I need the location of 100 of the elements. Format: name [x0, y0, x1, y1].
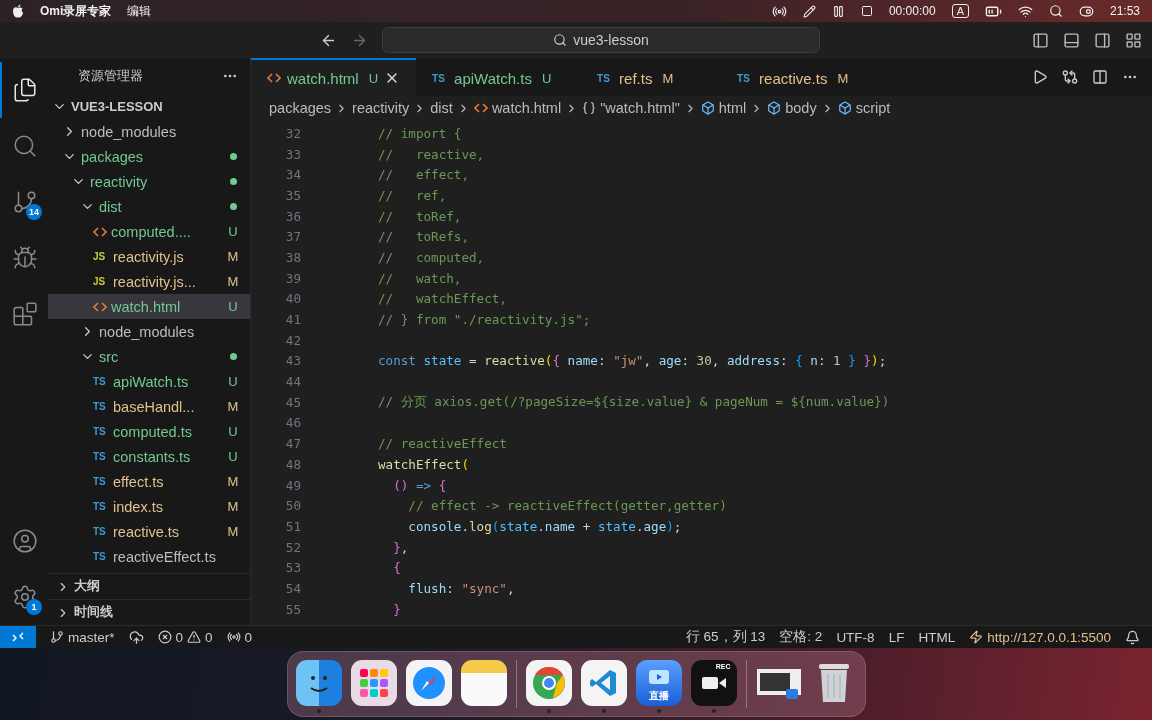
file-type-label: TS — [93, 501, 107, 512]
app-grid-icon[interactable] — [350, 660, 397, 706]
breadcrumb-item[interactable]: script — [837, 100, 891, 116]
folder-item[interactable]: node_modules — [48, 119, 250, 144]
file-item[interactable]: JS reactivity.js M — [48, 244, 250, 269]
breadcrumb-item[interactable]: "watch.html" — [582, 100, 680, 116]
file-item[interactable]: TS reactiveEffect.ts — [48, 544, 250, 569]
file-type-label: TS — [93, 551, 107, 562]
sidebar-title: 资源管理器 — [78, 67, 143, 85]
file-item[interactable]: watch.html U — [48, 294, 250, 319]
section-header[interactable]: 大纲 — [48, 573, 250, 599]
breadcrumb-item[interactable]: dist — [430, 100, 453, 116]
branch-indicator[interactable]: master* — [50, 629, 115, 645]
code-editor-icon[interactable] — [580, 660, 627, 706]
app-menu[interactable]: Omi录屏专家 — [40, 2, 112, 20]
run-icon[interactable] — [1032, 69, 1048, 85]
panel-right-icon[interactable] — [1094, 31, 1111, 49]
code-line: // reactiveEffect — [378, 436, 507, 452]
folder-name: packages — [81, 148, 145, 165]
input-method-indicator[interactable]: A — [951, 4, 969, 18]
editor-tab[interactable]: watch.html U — [251, 58, 417, 96]
account-icon — [12, 528, 38, 554]
status-item[interactable]: LF — [888, 629, 905, 645]
compare-icon[interactable] — [1062, 69, 1078, 85]
line-number: 42 — [284, 332, 301, 348]
file-name: effect.ts — [113, 473, 165, 490]
file-item[interactable]: TS constants.ts U — [48, 444, 250, 469]
line-number: 39 — [284, 270, 301, 286]
notepad-icon[interactable] — [460, 660, 507, 706]
warning-icon — [187, 630, 202, 644]
live-server-link[interactable]: http://127.0.0.1:5500 — [969, 629, 1111, 645]
folder-item[interactable]: packages — [48, 144, 250, 169]
file-item[interactable]: TS apiWatch.ts U — [48, 369, 250, 394]
file-type-label: TS — [93, 526, 107, 537]
file-name: baseHandl... — [113, 398, 196, 415]
folder-item[interactable]: reactivity — [48, 169, 250, 194]
status-item[interactable]: 行 65，列 13 — [685, 628, 766, 646]
project-root[interactable]: VUE3-LESSON — [48, 94, 250, 119]
file-item[interactable]: TS baseHandl... M — [48, 394, 250, 419]
control-center-icon[interactable] — [1078, 3, 1094, 19]
folder-item[interactable]: src — [48, 344, 250, 369]
menu-item[interactable]: 编辑 — [127, 2, 152, 20]
folder-item[interactable]: dist — [48, 194, 250, 219]
panel-bottom-icon[interactable] — [1063, 31, 1080, 49]
code-brackets-icon — [473, 103, 488, 113]
search-icon[interactable] — [1048, 4, 1063, 18]
recording-timer: 00:00:00 — [888, 4, 936, 18]
line-number: 40 — [284, 291, 301, 307]
split-editor-icon[interactable] — [1092, 69, 1108, 85]
settings-icon — [12, 584, 38, 610]
file-item[interactable]: computed.... U — [48, 219, 250, 244]
settings-button[interactable]: 1 — [0, 569, 48, 625]
command-search-field[interactable]: vue3-lesson — [382, 27, 820, 53]
problems-indicator[interactable]: 0 0 — [157, 629, 213, 645]
folder-name: src — [99, 348, 120, 365]
layout-icon[interactable] — [1125, 31, 1142, 49]
ports-indicator[interactable]: 0 — [226, 629, 253, 645]
git-status-letter: U — [227, 424, 239, 439]
browser-icon[interactable] — [525, 660, 572, 706]
pause-icon[interactable] — [831, 4, 845, 18]
code-line: // toRefs, — [378, 229, 469, 245]
folder-item[interactable]: node_modules — [48, 319, 250, 344]
folder-name: reactivity — [90, 173, 149, 190]
file-item[interactable]: JS reactivity.js... M — [48, 269, 250, 294]
line-number: 38 — [284, 249, 301, 265]
line-number: 52 — [284, 539, 301, 555]
file-item[interactable]: TS computed.ts U — [48, 419, 250, 444]
line-number: 49 — [284, 477, 301, 493]
breadcrumb-item[interactable]: watch.html — [473, 100, 562, 116]
pencil-icon[interactable] — [802, 4, 816, 18]
breadcrumb-item[interactable]: body — [767, 100, 817, 116]
file-type-label: TS — [737, 72, 751, 84]
status-item[interactable]: 空格: 2 — [779, 628, 823, 646]
file-item[interactable]: TS index.ts M — [48, 494, 250, 519]
bell-icon[interactable] — [1125, 629, 1140, 645]
panel-left-icon[interactable] — [1032, 31, 1049, 49]
breadcrumb-item[interactable]: packages — [269, 100, 332, 116]
line-number: 44 — [284, 374, 301, 390]
breadcrumb-item[interactable]: html — [700, 100, 747, 116]
status-item[interactable]: HTML — [918, 629, 956, 645]
live-stream-icon[interactable]: 直播 — [635, 660, 682, 706]
blocks-icon — [12, 301, 38, 327]
stop-icon[interactable] — [860, 5, 873, 17]
wifi-icon[interactable] — [1017, 3, 1033, 19]
line-number: 37 — [284, 229, 301, 245]
file-type-label: TS — [93, 376, 107, 387]
file-item[interactable]: TS effect.ts M — [48, 469, 250, 494]
compass-icon[interactable] — [405, 660, 452, 706]
apple-logo-icon[interactable] — [12, 4, 24, 18]
file-item[interactable]: TS reactive.ts M — [48, 519, 250, 544]
branch-tab[interactable]: 14 — [0, 174, 48, 230]
status-item[interactable]: UTF-8 — [836, 629, 875, 645]
code-line: // } from "./reactivity.js"; — [378, 312, 591, 328]
folder-name: node_modules — [81, 123, 178, 140]
finder-face-icon[interactable] — [295, 660, 342, 706]
line-number: 32 — [284, 125, 301, 141]
file-name: reactivity.js — [113, 248, 185, 265]
breadcrumb-item[interactable]: reactivity — [352, 100, 410, 116]
line-number: 46 — [284, 415, 301, 431]
cloud-upload-icon[interactable] — [128, 629, 144, 645]
